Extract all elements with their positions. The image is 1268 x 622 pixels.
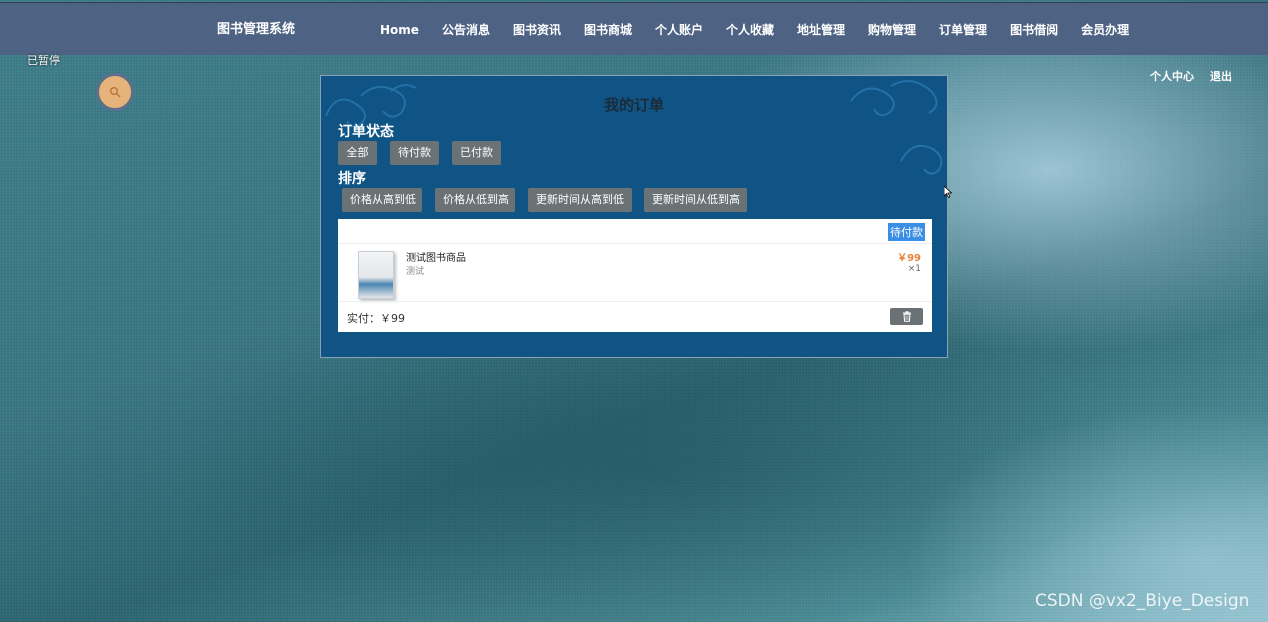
top-navbar: 图书管理系统 Home 公告消息 图书资讯 图书商城 个人账户 个人收藏 地址管… [0, 2, 1268, 55]
sort-price-asc-button[interactable]: 价格从低到高 [435, 188, 515, 212]
filter-paid-button[interactable]: 已付款 [452, 141, 501, 165]
user-center-link[interactable]: 个人中心 [1150, 68, 1194, 84]
sort-time-desc-button[interactable]: 更新时间从高到低 [528, 188, 632, 212]
sort-label: 排序 [338, 171, 366, 187]
item-quantity: ×1 [907, 264, 921, 274]
brand-title: 图书管理系统 [217, 22, 296, 37]
item-description: 测试 [406, 267, 425, 277]
sort-price-desc-button[interactable]: 价格从高到低 [342, 188, 422, 212]
watermark-text: CSDN @vx2_Biye_Design [1035, 591, 1250, 611]
paid-amount: ￥99 [380, 312, 405, 325]
paid-amount-row: 实付：￥99 [347, 310, 405, 326]
item-price: ￥99 [897, 253, 921, 264]
item-name[interactable]: 测试图书商品 [406, 249, 466, 264]
user-links: 个人中心 退出 [1150, 68, 1232, 84]
nav-item-book-news[interactable]: 图书资讯 [513, 21, 561, 38]
nav-item-favorites[interactable]: 个人收藏 [726, 21, 774, 38]
order-card: 待付款 测试图书商品 测试 ￥99 ×1 实付：￥99 [338, 219, 932, 332]
nav-item-home[interactable]: Home [380, 23, 419, 37]
divider [338, 243, 932, 244]
order-status-badge: 待付款 [888, 223, 925, 241]
nav-item-announcements[interactable]: 公告消息 [442, 21, 490, 38]
mouse-cursor-icon [944, 186, 952, 198]
filter-unpaid-button[interactable]: 待付款 [390, 141, 439, 165]
paused-label: 已暂停 [27, 54, 60, 67]
nav-item-borrow[interactable]: 图书借阅 [1010, 21, 1058, 38]
nav-item-cart[interactable]: 购物管理 [868, 21, 916, 38]
filter-all-button[interactable]: 全部 [338, 141, 377, 165]
nav-item-account[interactable]: 个人账户 [655, 21, 703, 38]
nav-item-address[interactable]: 地址管理 [797, 21, 845, 38]
nav-item-membership[interactable]: 会员办理 [1081, 21, 1129, 38]
page-title: 我的订单 [603, 96, 664, 114]
nav-item-book-store[interactable]: 图书商城 [584, 21, 632, 38]
my-orders-panel: 我的订单 订单状态 全部 待付款 已付款 排序 价格从高到低 价格从低到高 更新… [320, 75, 948, 358]
main-nav: Home 公告消息 图书资讯 图书商城 个人账户 个人收藏 地址管理 购物管理 … [380, 3, 1152, 56]
divider [338, 301, 932, 302]
nav-item-orders[interactable]: 订单管理 [939, 21, 987, 38]
logout-link[interactable]: 退出 [1210, 68, 1232, 84]
order-status-label: 订单状态 [338, 124, 394, 140]
search-icon [110, 87, 121, 98]
delete-order-button[interactable] [890, 308, 923, 325]
search-button[interactable] [96, 73, 134, 111]
paid-label: 实付： [347, 312, 380, 325]
book-cover-image[interactable] [358, 251, 394, 299]
sort-time-asc-button[interactable]: 更新时间从低到高 [644, 188, 747, 212]
trash-icon [902, 311, 911, 322]
cloud-pattern-right-icon [850, 80, 943, 175]
